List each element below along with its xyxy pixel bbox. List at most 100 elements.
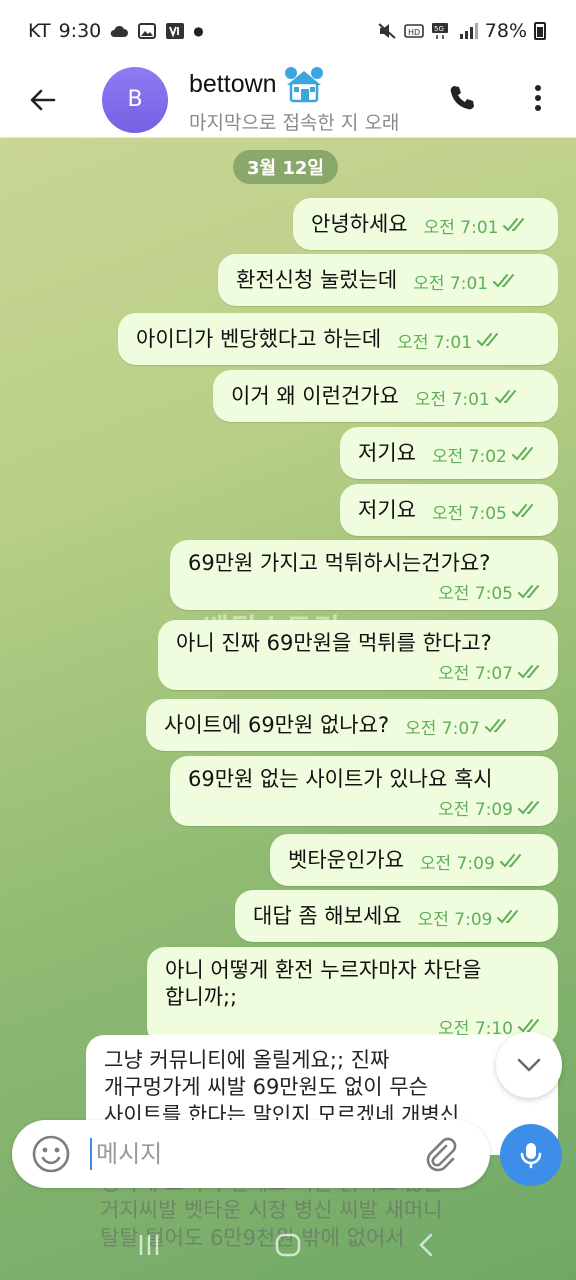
message-bubble[interactable]: 환전신청 눌렀는데 오전 7:01 [218, 254, 558, 306]
notification-dot-icon: ● [193, 24, 204, 38]
back-nav-button[interactable] [402, 1225, 452, 1265]
message-time: 오전 7:07 [438, 664, 513, 685]
avatar[interactable]: B [102, 66, 168, 133]
message-bubble[interactable]: 안녕하세요 오전 7:01 [293, 198, 558, 250]
message-meta: 오전 7:09 [188, 795, 544, 820]
message-text: 사이트에 69만원 없나요? [164, 713, 390, 738]
double-check-icon [511, 504, 533, 518]
double-check-icon [511, 447, 533, 461]
mute-icon [377, 22, 397, 40]
double-check-icon [518, 584, 539, 599]
message-bubble[interactable]: 대답 좀 해보세요 오전 7:09 [235, 890, 558, 942]
message-meta: 오전 7:07 [176, 659, 544, 684]
back-button[interactable] [0, 62, 86, 138]
chevron-down-icon [517, 1058, 541, 1072]
chevron-left-icon [418, 1233, 432, 1257]
message-text: 안녕하세요 [311, 212, 408, 237]
draft-text: 그냥 커뮤니티에 올릴게요;; 진짜 개구멍가게 씨발 69만원도 없이 무슨 … [104, 1048, 460, 1127]
message-time: 오전 7:01 [413, 273, 489, 294]
message-time: 오전 7:09 [417, 909, 493, 930]
message-meta: 오전 7:01 [413, 269, 519, 294]
message-text: 69만원 없는 사이트가 있나요 혹시 [188, 767, 493, 791]
message-text: 저기요 [358, 498, 416, 523]
message-bubble[interactable]: 이거 왜 이런건가요 오전 7:01 [213, 370, 558, 422]
paperclip-icon [426, 1137, 457, 1172]
call-button[interactable] [440, 76, 484, 120]
message-bubble[interactable]: 69만원 없는 사이트가 있나요 혹시 오전 7:09 [170, 756, 558, 827]
message-time: 오전 7:05 [431, 503, 507, 524]
double-check-icon [497, 910, 519, 924]
microphone-button[interactable] [500, 1124, 562, 1186]
message-time: 오전 7:01 [414, 389, 490, 410]
message-text: 아니 어떻게 환전 누르자마자 차단을 합니까;; [165, 958, 482, 1010]
message-text: 벳타운인가요 [288, 848, 404, 873]
message-meta: 오전 7:01 [415, 385, 521, 410]
more-vertical-icon [535, 85, 541, 111]
message-input[interactable] [90, 1138, 410, 1170]
battery-icon [534, 22, 546, 40]
chat-title-block[interactable]: bettown 마지막으로 접속한 지 오래 [189, 65, 424, 135]
message-bubble[interactable]: 저기요 오전 7:02 [340, 427, 558, 479]
message-meta: 오전 7:05 [432, 499, 538, 524]
message-bubble[interactable]: 아니 어떻게 환전 누르자마자 차단을 합니까;; 오전 7:10 [147, 947, 558, 1045]
message-meta: 오전 7:09 [420, 849, 526, 874]
5g-icon: 5G [431, 22, 451, 40]
message-bubble[interactable]: 저기요 오전 7:05 [340, 484, 558, 536]
message-text: 이거 왜 이런건가요 [231, 384, 399, 409]
microphone-icon [520, 1143, 542, 1169]
message-bubble[interactable]: 아이디가 벤당했다고 하는데 오전 7:01 [118, 313, 558, 365]
clock: 9:30 [58, 20, 102, 42]
more-options-button[interactable] [518, 76, 558, 120]
message-meta: 오전 7:05 [188, 579, 544, 604]
svg-text:HD: HD [408, 28, 420, 37]
emoji-button[interactable] [12, 1120, 90, 1188]
double-check-icon [477, 333, 499, 347]
message-bubble[interactable]: 사이트에 69만원 없나요? 오전 7:07 [146, 699, 558, 751]
svg-text:5G: 5G [434, 25, 444, 33]
smiley-icon [32, 1135, 70, 1173]
gallery-icon [137, 22, 157, 40]
scroll-down-button[interactable] [496, 1032, 562, 1098]
double-check-icon [518, 664, 539, 679]
house-emoji-icon [284, 66, 323, 102]
message-time: 오전 7:01 [397, 332, 473, 353]
message-bubble[interactable]: 아니 진짜 69만원을 먹튀를 한다고? 오전 7:07 [158, 620, 558, 691]
double-check-icon [518, 800, 539, 815]
double-check-icon [494, 390, 516, 404]
chat-name-row: bettown [189, 65, 424, 105]
arrow-left-icon [30, 89, 56, 110]
vpn-icon [165, 22, 185, 40]
message-time: 오전 7:05 [438, 584, 513, 605]
message-text: 아니 진짜 69만원을 먹튀를 한다고? [176, 631, 492, 655]
message-time: 오전 7:01 [423, 217, 499, 238]
last-seen-status: 마지막으로 접속한 지 오래 [189, 111, 400, 134]
message-text: 환전신청 눌렀는데 [236, 268, 398, 293]
message-time: 오전 7:02 [431, 446, 507, 467]
message-text: 저기요 [358, 441, 416, 466]
message-time: 오전 7:09 [438, 800, 513, 821]
message-meta: 오전 7:02 [432, 442, 538, 467]
attach-button[interactable] [410, 1120, 470, 1188]
home-button[interactable] [263, 1225, 313, 1265]
message-text: 대답 좀 해보세요 [253, 904, 402, 929]
double-check-icon [503, 218, 525, 232]
recents-icon [140, 1235, 159, 1255]
message-input-bar [12, 1120, 490, 1188]
date-separator: 3월 12일 [233, 150, 338, 184]
home-icon [275, 1233, 301, 1257]
message-time: 오전 7:07 [405, 718, 480, 739]
hd-icon: HD [403, 22, 424, 40]
status-bar: KT 9:30 ● HD 5G 78% [0, 0, 576, 62]
cloud-icon [109, 22, 129, 40]
double-check-icon [484, 719, 506, 733]
chat-header: B bettown 마지막으로 접속한 지 오래 [0, 62, 576, 138]
recent-apps-button[interactable] [124, 1225, 174, 1265]
message-text: 아이디가 벤당했다고 하는데 [136, 327, 382, 352]
message-meta: 오전 7:07 [405, 714, 511, 739]
battery-level: 78% [484, 20, 527, 42]
message-bubble[interactable]: 벳타운인가요 오전 7:09 [270, 834, 558, 886]
message-bubble[interactable]: 69만원 가지고 먹튀하시는건가요? 오전 7:05 [170, 540, 558, 611]
message-meta: 오전 7:01 [397, 328, 503, 353]
message-meta: 오전 7:09 [418, 905, 524, 930]
phone-icon [450, 86, 474, 110]
